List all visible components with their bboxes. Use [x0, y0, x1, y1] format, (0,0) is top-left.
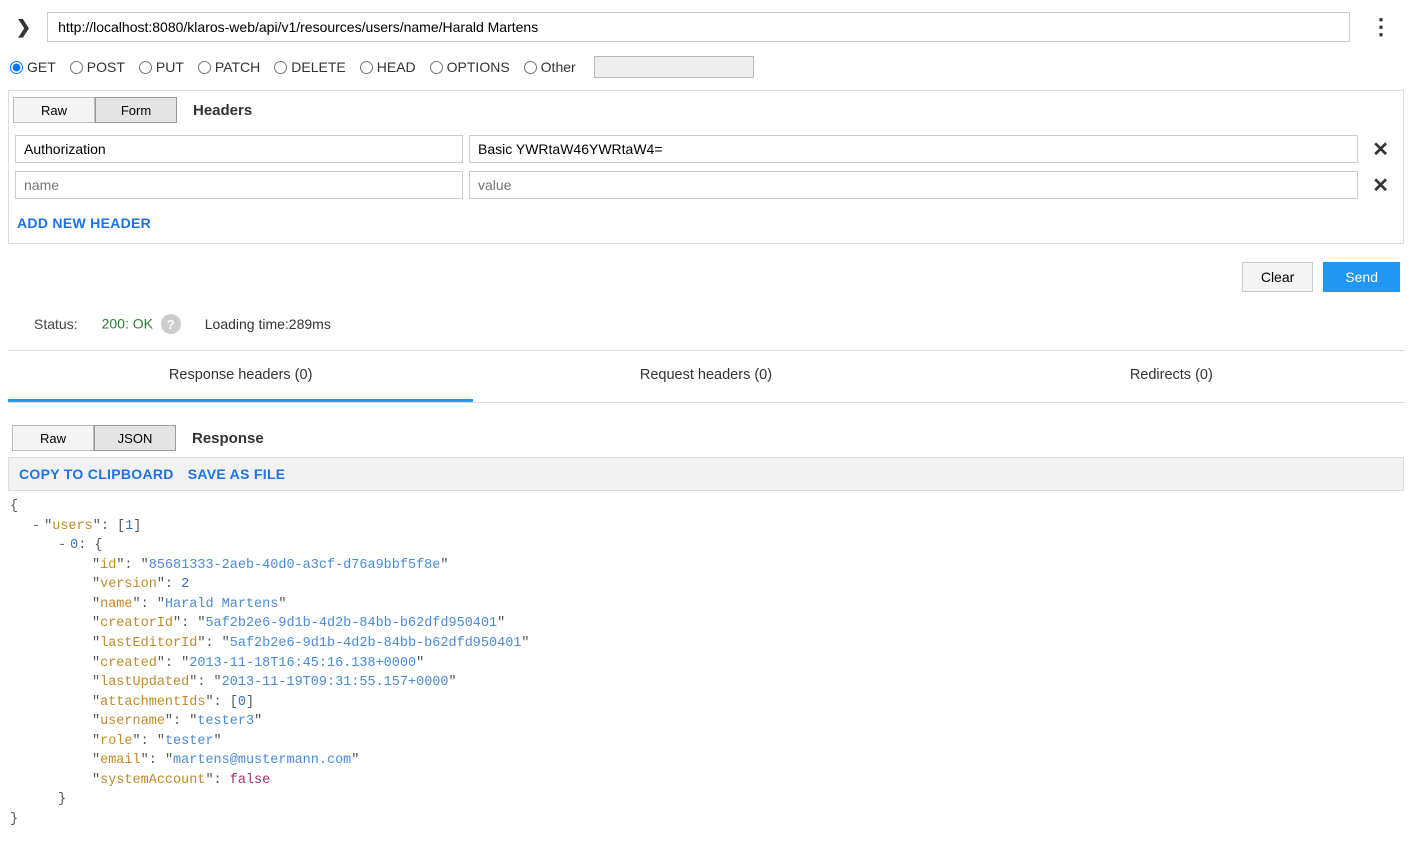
- method-head[interactable]: HEAD: [360, 59, 416, 75]
- tab-response-headers[interactable]: Response headers (0): [8, 351, 473, 402]
- response-title: Response: [192, 430, 264, 447]
- status-help-icon[interactable]: ?: [161, 314, 181, 334]
- remove-header-0-icon[interactable]: ✕: [1364, 137, 1397, 162]
- other-method-input[interactable]: [594, 56, 754, 78]
- status-label: Status:: [34, 316, 78, 332]
- method-post[interactable]: POST: [70, 59, 125, 75]
- collapse-toggle-icon[interactable]: -: [58, 538, 70, 553]
- add-new-header-link[interactable]: ADD NEW HEADER: [9, 203, 159, 243]
- status-row: Status: 200: OK ? Loading time:289ms: [8, 310, 1404, 351]
- chevron-right-icon[interactable]: ❯: [8, 17, 39, 38]
- copy-to-clipboard-link[interactable]: COPY TO CLIPBOARD: [19, 466, 174, 482]
- header-row-0: ✕: [9, 131, 1403, 167]
- clear-button[interactable]: Clear: [1242, 262, 1313, 292]
- headers-title: Headers: [193, 102, 252, 119]
- header-value-1[interactable]: [469, 171, 1358, 199]
- send-button[interactable]: Send: [1323, 262, 1400, 292]
- header-row-1: ✕: [9, 167, 1403, 203]
- headers-tab-form[interactable]: Form: [95, 97, 177, 123]
- tab-request-headers[interactable]: Request headers (0): [473, 351, 938, 402]
- method-patch[interactable]: PATCH: [198, 59, 260, 75]
- headers-tab-raw[interactable]: Raw: [13, 97, 95, 123]
- header-name-1[interactable]: [15, 171, 463, 199]
- header-name-0[interactable]: [15, 135, 463, 163]
- loading-time: Loading time:289ms: [205, 316, 331, 332]
- response-tab-json[interactable]: JSON: [94, 425, 176, 451]
- method-put[interactable]: PUT: [139, 59, 184, 75]
- method-other[interactable]: Other: [524, 59, 576, 75]
- more-menu-icon[interactable]: ⋮: [1358, 14, 1404, 40]
- response-tabs: Response headers (0) Request headers (0)…: [8, 351, 1404, 403]
- header-value-0[interactable]: [469, 135, 1358, 163]
- method-delete[interactable]: DELETE: [274, 59, 345, 75]
- collapse-toggle-icon[interactable]: -: [32, 519, 44, 534]
- remove-header-1-icon[interactable]: ✕: [1364, 173, 1397, 198]
- response-json-body: { -"users": [1] -0: { "id": "85681333-2a…: [8, 491, 1404, 836]
- url-input[interactable]: [47, 12, 1350, 42]
- headers-section: Raw Form Headers ✕ ✕ ADD NEW HEADER: [8, 90, 1404, 244]
- method-options[interactable]: OPTIONS: [430, 59, 510, 75]
- save-as-file-link[interactable]: SAVE AS FILE: [188, 466, 286, 482]
- response-tab-raw[interactable]: Raw: [12, 425, 94, 451]
- http-methods-row: GET POST PUT PATCH DELETE HEAD OPTIONS O…: [8, 52, 1404, 90]
- status-code: 200: OK: [102, 316, 153, 332]
- method-get[interactable]: GET: [10, 59, 56, 75]
- tab-redirects[interactable]: Redirects (0): [939, 351, 1404, 402]
